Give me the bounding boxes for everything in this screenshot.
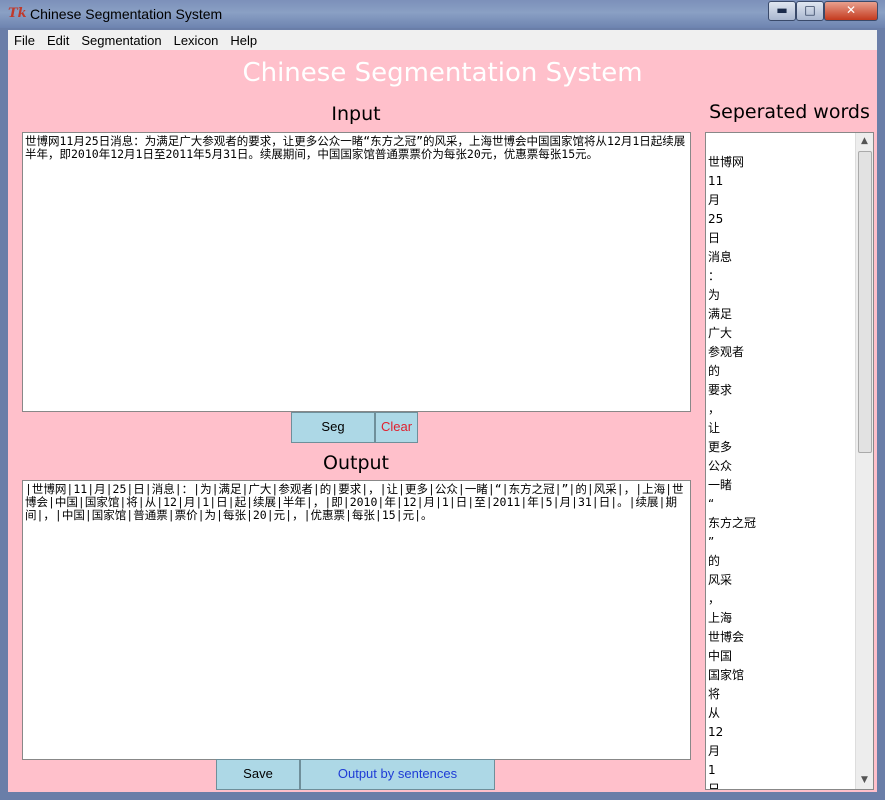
app-title: Chinese Segmentation System [242, 58, 643, 88]
word-list-item[interactable]: “ [708, 495, 848, 514]
word-list-item[interactable]: 世博网 [708, 153, 848, 172]
word-list-item[interactable]: 月 [708, 742, 848, 761]
input-label: Input [331, 103, 381, 125]
menu-lexicon[interactable]: Lexicon [168, 30, 225, 50]
scrollbar-thumb[interactable] [858, 151, 872, 453]
clear-button[interactable]: Clear [375, 412, 418, 443]
minimize-button[interactable]: ▬ [768, 1, 796, 21]
word-list-item[interactable]: 国家馆 [708, 666, 848, 685]
input-textbox[interactable]: 世博网11月25日消息：为满足广大参观者的要求，让更多公众一睹“东方之冠”的风采… [22, 132, 691, 412]
word-list-item[interactable]: 11 [708, 172, 848, 191]
word-list-item[interactable]: 更多 [708, 438, 848, 457]
word-list-item[interactable]: 的 [708, 362, 848, 381]
window-title: Chinese Segmentation System [30, 6, 223, 22]
tk-logo-icon: Tk [8, 6, 27, 21]
word-list-item[interactable]: 日 [708, 229, 848, 248]
word-list-item[interactable]: 的 [708, 552, 848, 571]
word-list-item[interactable]: 公众 [708, 457, 848, 476]
menu-file[interactable]: File [8, 30, 41, 50]
word-list-item[interactable]: 广大 [708, 324, 848, 343]
word-list-item[interactable]: 25 [708, 210, 848, 229]
word-list-item[interactable]: ： [708, 267, 848, 286]
word-list-item[interactable]: 月 [708, 191, 848, 210]
word-list-item[interactable]: 东方之冠 [708, 514, 848, 533]
menu-help[interactable]: Help [224, 30, 263, 50]
seperated-words-label: Seperated words [709, 101, 870, 123]
word-list-item[interactable]: 1 [708, 761, 848, 780]
word-list-item[interactable]: 从 [708, 704, 848, 723]
maximize-button[interactable]: □ [796, 1, 824, 21]
menu-edit[interactable]: Edit [41, 30, 75, 50]
save-button[interactable]: Save [216, 759, 300, 790]
seperated-words-listbox[interactable]: 世博网 11 月 25 日消息：为满足 广大 参观者的要求，让更多 公众 一睹 “东方之冠” 的风采… [705, 132, 874, 790]
word-list-item[interactable]: 让 [708, 419, 848, 438]
word-list-item[interactable]: ， [708, 400, 848, 419]
word-list-item[interactable]: 日 [708, 780, 848, 789]
word-list-item[interactable]: 参观者 [708, 343, 848, 362]
output-textbox[interactable]: |世博网|11|月|25|日|消息|：|为|满足|广大|参观者|的|要求|，|让… [22, 480, 691, 760]
word-list: 世博网 11 月 25 日消息：为满足 广大 参观者的要求，让更多 公众 一睹 “东方之冠” 的风采… [708, 153, 848, 789]
word-list-item[interactable]: 一睹 [708, 476, 848, 495]
output-by-sentences-button[interactable]: Output by sentences [300, 759, 495, 790]
seg-button[interactable]: Seg [291, 412, 375, 443]
word-list-item[interactable]: ， [708, 590, 848, 609]
word-list-item[interactable]: 中国 [708, 647, 848, 666]
word-list-item[interactable]: 12 [708, 723, 848, 742]
menu-segmentation[interactable]: Segmentation [75, 30, 167, 50]
down-arrow-icon[interactable]: ▼ [856, 772, 873, 789]
word-list-item[interactable]: 将 [708, 685, 848, 704]
word-list-item[interactable]: 风采 [708, 571, 848, 590]
main-area: Chinese Segmentation System Input 世博网11月… [8, 50, 877, 792]
up-arrow-icon[interactable]: ▲ [856, 133, 873, 150]
word-list-item[interactable]: 要求 [708, 381, 848, 400]
word-list-item[interactable]: 满足 [708, 305, 848, 324]
word-list-item[interactable]: 消息 [708, 248, 848, 267]
word-list-item[interactable]: ” [708, 533, 848, 552]
output-label: Output [323, 452, 389, 474]
close-button[interactable]: ✕ [824, 1, 878, 21]
words-scrollbar[interactable]: ▲ ▼ [855, 133, 873, 789]
word-list-item[interactable]: 世博会 [708, 628, 848, 647]
word-list-item[interactable]: 为 [708, 286, 848, 305]
menu-bar: File Edit Segmentation Lexicon Help [8, 30, 877, 50]
word-list-item[interactable]: 上海 [708, 609, 848, 628]
window-titlebar[interactable]: Tk Chinese Segmentation System ▬ □ ✕ [0, 0, 885, 28]
